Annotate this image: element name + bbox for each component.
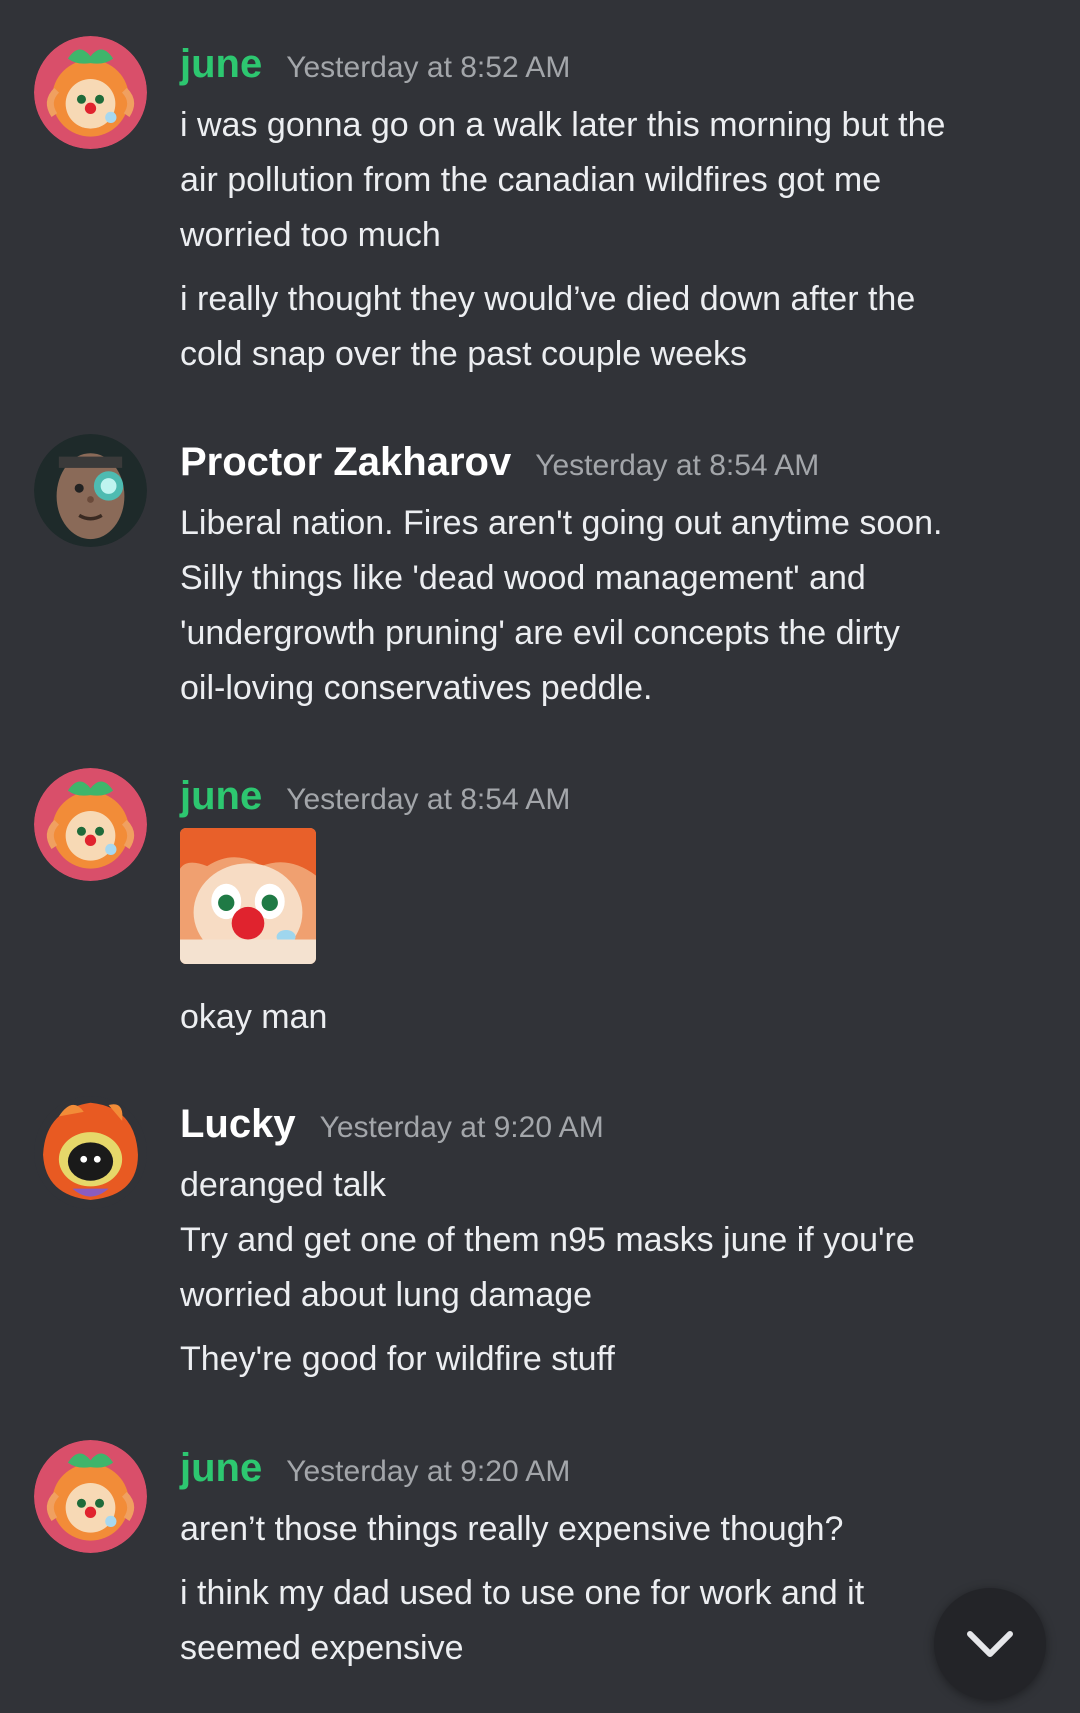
clown-girl-avatar-icon[interactable] (34, 768, 147, 881)
message-text-line: Liberal nation. Fires aren't going out a… (180, 504, 943, 542)
message-header: june Yesterday at 8:52 AM (180, 36, 570, 92)
username[interactable]: june (180, 768, 262, 824)
message-text-line: 'undergrowth pruning' are evil concepts … (180, 614, 900, 652)
message-header: Proctor Zakharov Yesterday at 8:54 AM (180, 434, 819, 490)
message-header: Lucky Yesterday at 9:20 AM (180, 1096, 604, 1152)
timestamp: Yesterday at 8:54 AM (286, 783, 571, 816)
message-text-line: i think my dad used to use one for work … (180, 1574, 865, 1612)
chevron-down-icon (967, 1631, 1013, 1657)
message-text-line: cold snap over the past couple weeks (180, 335, 748, 373)
username[interactable]: Proctor Zakharov (180, 434, 511, 490)
clown-girl-avatar-icon[interactable] (34, 36, 147, 149)
message-text-line: Try and get one of them n95 masks june i… (180, 1221, 915, 1259)
username[interactable]: june (180, 1440, 262, 1496)
timestamp: Yesterday at 9:20 AM (286, 1455, 571, 1488)
timestamp: Yesterday at 8:52 AM (286, 51, 571, 84)
hooded-creature-avatar-icon[interactable] (34, 1096, 147, 1209)
message-text-line: worried about lung damage (180, 1276, 593, 1314)
message-text-line: okay man (180, 998, 328, 1036)
username[interactable]: Lucky (180, 1096, 296, 1152)
message-text-line: They're good for wildfire stuff (180, 1340, 615, 1378)
message-text-line: aren’t those things really expensive tho… (180, 1510, 844, 1548)
message-header: june Yesterday at 8:54 AM (180, 768, 570, 824)
message-text-line: i really thought they would’ve died down… (180, 280, 916, 318)
clown-girl-avatar-icon[interactable] (34, 1440, 147, 1553)
clown-face-sticker-icon[interactable] (180, 828, 316, 964)
chat-message-list[interactable]: june Yesterday at 8:52 AM i was gonna go… (0, 0, 1080, 1713)
username[interactable]: june (180, 36, 262, 92)
message-text-line: Silly things like 'dead wood management'… (180, 559, 866, 597)
message-text-line: air pollution from the canadian wildfire… (180, 161, 882, 199)
jump-to-latest-button[interactable] (934, 1588, 1046, 1700)
message-text-line: i was gonna go on a walk later this morn… (180, 106, 946, 144)
message-text-line: seemed expensive (180, 1629, 464, 1667)
message-text-line: worried too much (180, 216, 441, 254)
message-text-line: deranged talk (180, 1166, 387, 1204)
cyborg-man-avatar-icon[interactable] (34, 434, 147, 547)
message-text-line: oil-loving conservatives peddle. (180, 669, 653, 707)
message-header: june Yesterday at 9:20 AM (180, 1440, 570, 1496)
timestamp: Yesterday at 8:54 AM (535, 449, 820, 482)
timestamp: Yesterday at 9:20 AM (319, 1111, 604, 1144)
